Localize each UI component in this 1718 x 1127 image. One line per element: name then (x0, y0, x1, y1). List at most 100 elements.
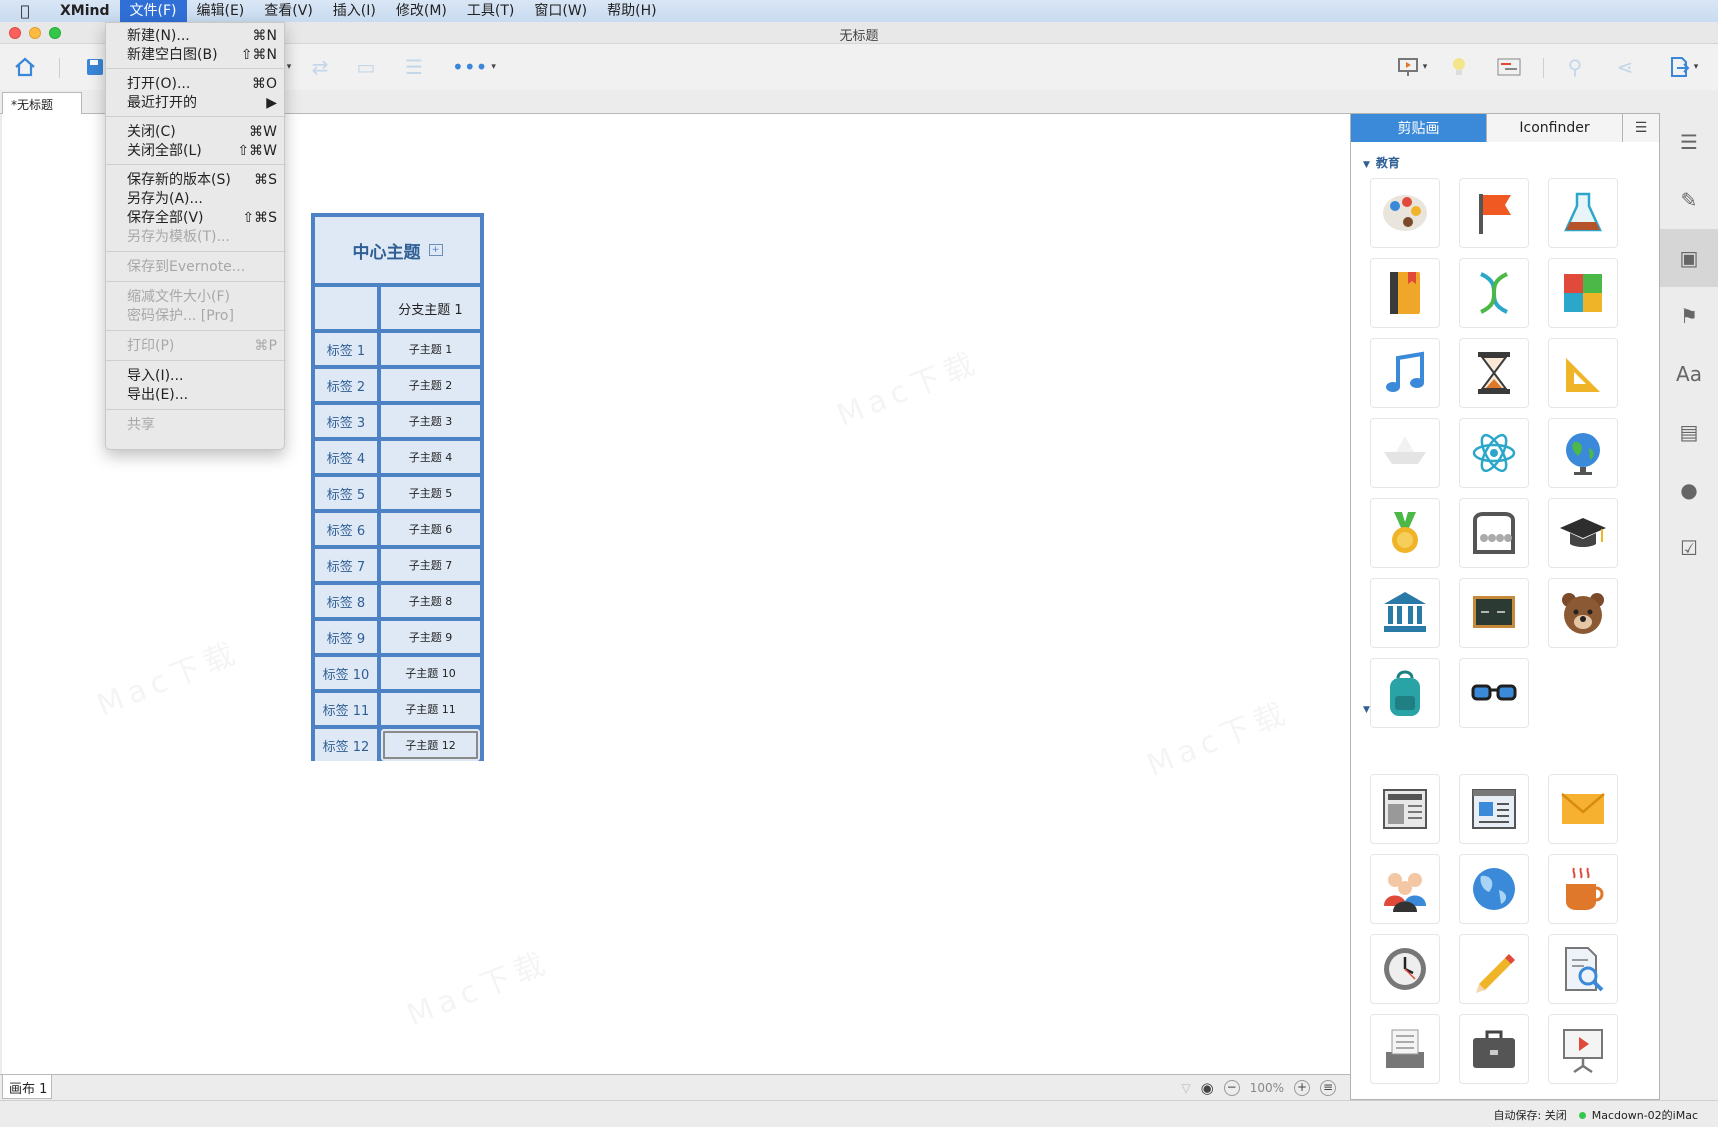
tab-clipart[interactable]: 剪贴画 (1351, 114, 1487, 142)
menu-item-close[interactable]: 关闭(C) ⌘W (106, 123, 286, 142)
zoom-out-button[interactable]: − (1223, 1080, 1240, 1096)
task-icon[interactable]: ☑ (1660, 519, 1718, 577)
apple-icon[interactable]:  (0, 2, 50, 20)
menu-help[interactable]: 帮助(H) (597, 0, 666, 22)
row-label[interactable]: 标签 9 (315, 621, 377, 653)
zoom-in-button[interactable]: + (1294, 1080, 1310, 1096)
subtopic[interactable]: 子主题 8 (381, 585, 480, 617)
paper-boat-icon[interactable] (1370, 418, 1440, 488)
coffee-cup-icon[interactable] (1548, 854, 1618, 924)
account-status[interactable]: Macdown-02的iMac (1578, 1107, 1698, 1123)
menu-item-print[interactable]: 打印(P) ⌘P (106, 337, 286, 356)
newtons-cradle-icon[interactable] (1459, 498, 1529, 568)
palette-icon[interactable] (1370, 178, 1440, 248)
menu-modify[interactable]: 修改(M) (386, 0, 457, 22)
subtopic[interactable]: 子主题 1 (381, 333, 480, 365)
newspaper-icon[interactable] (1370, 774, 1440, 844)
presentation-button[interactable]: ▾ (1390, 54, 1434, 80)
row-label[interactable]: 标签 6 (315, 513, 377, 545)
subtopic[interactable]: 子主题 5 (381, 477, 480, 509)
menu-item-reduce-file-size[interactable]: 缩减文件大小(F) (106, 288, 286, 307)
atom-icon[interactable] (1459, 418, 1529, 488)
marker-flag-icon[interactable]: ⚑ (1660, 287, 1718, 345)
menu-file[interactable]: 文件(F) (119, 0, 187, 22)
row-label[interactable]: 标签 3 (315, 405, 377, 437)
document-tab[interactable]: *无标题 (2, 92, 82, 115)
row-label[interactable]: 标签 1 (315, 333, 377, 365)
menu-item-open-recent[interactable]: 最近打开的 ▶ (106, 94, 286, 113)
note-icon[interactable]: + (428, 244, 443, 256)
subtopic[interactable]: 子主题 9 (381, 621, 480, 653)
boundary-icon[interactable]: ▭ (352, 54, 380, 80)
gantt-icon[interactable] (1494, 54, 1524, 80)
home-button[interactable] (10, 54, 40, 80)
subtopic[interactable]: 子主题 10 (381, 657, 480, 689)
format-brush-icon[interactable]: ✎ (1660, 171, 1718, 229)
menu-tools[interactable]: 工具(T) (457, 0, 524, 22)
section-education[interactable]: ▼ 教育 (1363, 154, 1400, 171)
branch-topic[interactable]: 分支主题 1 (381, 287, 480, 329)
menu-item-save-as[interactable]: 另存为(A)... (106, 190, 286, 209)
subtopic[interactable]: 子主题 6 (381, 513, 480, 545)
triangle-ruler-icon[interactable] (1548, 338, 1618, 408)
menu-item-save-new-version[interactable]: 保存新的版本(S) ⌘S (106, 171, 286, 190)
web-page-icon[interactable] (1459, 774, 1529, 844)
lightbulb-icon[interactable] (1446, 54, 1472, 80)
share-icon[interactable]: ⋖ (1612, 54, 1638, 80)
hourglass-icon[interactable] (1459, 338, 1529, 408)
teddy-bear-icon[interactable] (1548, 578, 1618, 648)
row-label[interactable]: 标签 2 (315, 369, 377, 401)
more-button[interactable]: ••• ▾ (450, 54, 498, 80)
glasses-icon[interactable] (1459, 658, 1529, 728)
menu-item-save-all[interactable]: 保存全部(V) ⇧⌘S (106, 209, 286, 228)
menu-insert[interactable]: 插入(I) (323, 0, 386, 22)
menu-view[interactable]: 查看(V) (254, 0, 323, 22)
medal-icon[interactable] (1370, 498, 1440, 568)
relationship-icon[interactable]: ⇄ (306, 54, 334, 80)
chalkboard-icon[interactable] (1459, 578, 1529, 648)
notes-icon[interactable]: ▤ (1660, 403, 1718, 461)
menu-item-save-as-template[interactable]: 另存为模板(T)... (106, 228, 286, 247)
row-label[interactable]: 标签 12 (315, 729, 377, 761)
filter-icon[interactable]: ▽ (1181, 1081, 1190, 1095)
subtopic[interactable]: 子主题 12 (381, 729, 480, 761)
zoom-menu-button[interactable]: ≡ (1320, 1080, 1336, 1096)
envelope-icon[interactable] (1548, 774, 1618, 844)
menu-item-new[interactable]: 新建(N)... ⌘N (106, 27, 286, 46)
app-menu[interactable]: XMind (50, 3, 120, 19)
row-label[interactable]: 标签 5 (315, 477, 377, 509)
menu-item-save-to-evernote[interactable]: 保存到Evernote... (106, 258, 286, 277)
export-button[interactable]: ▾ (1660, 54, 1706, 80)
row-label[interactable]: 标签 4 (315, 441, 377, 473)
subtopic[interactable]: 子主题 4 (381, 441, 480, 473)
book-icon[interactable] (1370, 258, 1440, 328)
document-search-icon[interactable] (1548, 934, 1618, 1004)
pencil-icon[interactable] (1459, 934, 1529, 1004)
subtopic[interactable]: 子主题 11 (381, 693, 480, 725)
summary-icon[interactable]: ☰ (400, 54, 428, 80)
museum-icon[interactable] (1370, 578, 1440, 648)
clipart-icon[interactable]: ▣ (1660, 229, 1718, 287)
team-icon[interactable] (1370, 854, 1440, 924)
briefcase-icon[interactable] (1459, 1014, 1529, 1084)
row-label[interactable]: 标签 8 (315, 585, 377, 617)
music-note-icon[interactable] (1370, 338, 1440, 408)
flask-icon[interactable] (1548, 178, 1618, 248)
menu-item-share[interactable]: 共享 (106, 416, 286, 435)
subtopic[interactable]: 子主题 3 (381, 405, 480, 437)
menu-edit[interactable]: 编辑(E) (187, 0, 255, 22)
subtopic[interactable]: 子主题 7 (381, 549, 480, 581)
dna-icon[interactable] (1459, 258, 1529, 328)
sheet-tab[interactable]: 画布 1 (2, 1075, 52, 1099)
row-label[interactable]: 标签 10 (315, 657, 377, 689)
row-label[interactable]: 标签 11 (315, 693, 377, 725)
menu-item-password-protect[interactable]: 密码保护... [Pro] (106, 307, 286, 326)
clock-icon[interactable] (1370, 934, 1440, 1004)
menu-item-import[interactable]: 导入(I)... (106, 367, 286, 386)
comments-icon[interactable]: ● (1660, 461, 1718, 519)
menu-item-new-blank[interactable]: 新建空白图(B) ⇧⌘N (106, 46, 286, 65)
earth-icon[interactable] (1459, 854, 1529, 924)
tab-iconfinder[interactable]: Iconfinder (1487, 114, 1623, 142)
puzzle-icon[interactable] (1548, 258, 1618, 328)
search-icon[interactable]: ⚲ (1562, 54, 1588, 80)
